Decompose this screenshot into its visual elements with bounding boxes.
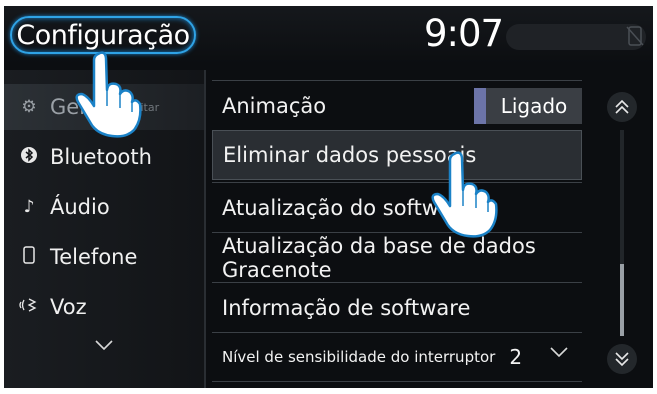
scrollbar-thumb[interactable] (620, 264, 624, 336)
sensitivity-value: 2 (509, 345, 523, 369)
pointing-hand-icon (431, 151, 498, 238)
status-bar (506, 24, 646, 50)
animation-toggle[interactable]: Ligado (474, 88, 582, 124)
list-item-label: Atualização da base de dados Gracenote (222, 233, 536, 282)
page-title: Configuração (16, 19, 190, 51)
list-item-label: Nível de sensibilidade do interruptor (222, 348, 496, 366)
toggle-label: Ligado (500, 94, 568, 118)
list-item-software-update[interactable]: Atualização do software (212, 182, 582, 232)
double-chevron-down-icon (615, 352, 629, 367)
sidebar-item-voice[interactable]: Voz (4, 284, 204, 330)
phone-icon (18, 245, 40, 269)
list-item-switch-sensitivity[interactable]: Nível de sensibilidade do interruptor 2 (212, 332, 582, 382)
sidebar-item-audio[interactable]: ♪ Áudio (4, 184, 204, 230)
gear-icon: ⚙ (21, 97, 37, 117)
toggle-indicator (474, 88, 486, 124)
scroll-down-button[interactable] (607, 344, 637, 374)
double-chevron-up-icon (615, 99, 629, 114)
sidebar-item-label: Bluetooth (50, 145, 152, 169)
voice-icon (18, 296, 40, 319)
chevron-down-icon (95, 340, 113, 350)
sidebar-item-label: Voz (50, 295, 87, 319)
list-item-animation[interactable]: Animação Ligado (212, 80, 582, 130)
list-item-label: Informação de software (222, 295, 471, 320)
list-item-gracenote-update[interactable]: Atualização da base de dados Gracenote (212, 232, 582, 282)
list-item-software-info[interactable]: Informação de software (212, 282, 582, 332)
screen: Configuração 9:07 ⚙ Geral Editar Bluetoo… (4, 6, 653, 388)
music-note-icon: ♪ (23, 197, 35, 217)
pointing-hand-icon (75, 51, 142, 138)
settings-title-button[interactable]: Configuração (10, 16, 196, 54)
list-item-delete-personal-data[interactable]: Eliminar dados pessoais (212, 130, 582, 180)
sidebar-item-bluetooth[interactable]: Bluetooth (4, 134, 204, 180)
sidebar-item-phone[interactable]: Telefone (4, 234, 204, 280)
sidebar-item-label: Telefone (50, 245, 138, 269)
phone-disconnected-icon (626, 26, 644, 46)
divider (204, 70, 206, 388)
chevron-down-icon (550, 347, 568, 357)
sidebar-more-button[interactable] (84, 330, 124, 360)
scroll-up-button[interactable] (607, 92, 637, 122)
bluetooth-icon (18, 146, 40, 168)
list-item-label: Animação (222, 93, 327, 118)
sidebar-item-label: Áudio (50, 195, 110, 219)
